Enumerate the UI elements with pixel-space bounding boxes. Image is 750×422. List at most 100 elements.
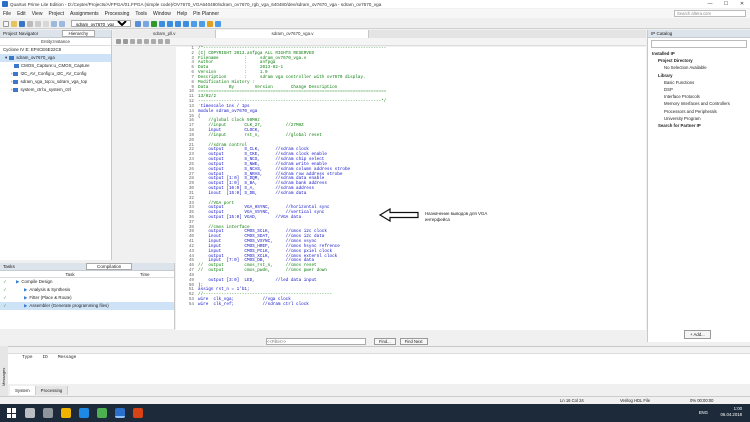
comment-icon[interactable] bbox=[144, 39, 149, 44]
tab-sdram-pll[interactable]: sdram_pll.v bbox=[113, 30, 217, 38]
find-button[interactable]: Find... bbox=[374, 338, 396, 345]
menu-view[interactable]: View bbox=[32, 11, 43, 17]
quartus-taskbar-icon[interactable] bbox=[115, 408, 125, 418]
hierarchy-select[interactable]: Hierarchy bbox=[61, 30, 96, 37]
menu-edit[interactable]: Edit bbox=[17, 11, 26, 17]
editor-tabs: sdram_pll.v sdram_ov7670_vga.v bbox=[113, 30, 646, 38]
entity-instance-header: Entity:Instance bbox=[0, 38, 111, 46]
tab-sdram-ov7670-vga[interactable]: sdram_ov7670_vga.v bbox=[216, 30, 370, 38]
task-label: Compile Design bbox=[21, 279, 53, 284]
app-icon[interactable] bbox=[133, 408, 143, 418]
ip-catalog-item[interactable]: Project Directory bbox=[648, 57, 750, 64]
clock[interactable]: 1:00 06.04.2018 bbox=[720, 406, 742, 418]
cut-icon[interactable] bbox=[27, 20, 33, 27]
ip-search-input[interactable] bbox=[651, 40, 747, 48]
file-explorer-icon[interactable] bbox=[61, 408, 71, 418]
menu-help[interactable]: Help bbox=[177, 11, 187, 17]
windows-start-icon[interactable] bbox=[7, 408, 17, 418]
messages-side-bar: Messages bbox=[0, 346, 8, 396]
collapse-chevron-icon[interactable]: › bbox=[11, 78, 12, 86]
ip-catalog-item[interactable]: University Program bbox=[648, 115, 750, 122]
chip-planner-icon[interactable] bbox=[183, 20, 189, 27]
task-row[interactable]: ✓ ▶ Compile Design bbox=[0, 278, 174, 286]
netlist-viewer-icon[interactable] bbox=[175, 20, 181, 27]
task-row[interactable]: ✓ ▶ Fitter (Place & Route) bbox=[0, 294, 174, 302]
ip-catalog-panel: IP Catalog Installed IP Project Directory… bbox=[647, 30, 750, 342]
task-row[interactable]: ✓ ▶ Analysis & Synthesis bbox=[0, 286, 174, 294]
paste-icon[interactable] bbox=[43, 20, 49, 27]
minimize-button[interactable]: — bbox=[702, 0, 718, 8]
redo-icon[interactable] bbox=[59, 20, 65, 27]
language-indicator[interactable]: ENG bbox=[699, 410, 708, 415]
rtl-viewer-icon[interactable] bbox=[207, 20, 213, 27]
ip-catalog-item[interactable]: No Selection Available bbox=[648, 64, 750, 71]
bookmark-icon[interactable] bbox=[137, 39, 142, 44]
template-icon[interactable] bbox=[158, 39, 163, 44]
settings-icon[interactable] bbox=[135, 20, 141, 27]
menu-file[interactable]: File bbox=[3, 11, 11, 17]
menu-processing[interactable]: Processing bbox=[105, 11, 130, 17]
search-icon[interactable] bbox=[25, 408, 35, 418]
task-view-icon[interactable] bbox=[43, 408, 53, 418]
code-lines[interactable]: /*--------------------------------------… bbox=[198, 46, 458, 330]
hierarchy-item-sdram-vga-top[interactable]: › sdram_vga_top:u_sdram_vga_top bbox=[0, 78, 111, 86]
chrome-icon[interactable] bbox=[97, 408, 107, 418]
find-next-button[interactable]: Find Next bbox=[399, 338, 428, 345]
task-row[interactable]: ✓ ▶ Assembler (Generate programming file… bbox=[0, 302, 174, 310]
revision-select[interactable]: sdram_ov7670_vga bbox=[71, 20, 131, 27]
ip-catalog-icon[interactable] bbox=[199, 20, 205, 27]
ip-catalog-item[interactable]: Library bbox=[648, 72, 750, 79]
collapse-chevron-icon[interactable]: › bbox=[11, 86, 12, 94]
expand-chevron-icon[interactable]: ▾ bbox=[5, 54, 7, 62]
quartus-app-icon bbox=[2, 1, 8, 7]
menu-assignments[interactable]: Assignments bbox=[70, 11, 99, 17]
hierarchy-item-i2c-config[interactable]: › I2C_AV_Config:u_I2C_AV_Config bbox=[0, 70, 111, 78]
altera-search-input[interactable]: Search altera.com bbox=[674, 10, 746, 17]
ip-catalog-item[interactable]: Processors and Peripherals bbox=[648, 108, 750, 115]
flow-select[interactable]: Compilation bbox=[86, 263, 133, 270]
tab-system[interactable]: System bbox=[10, 386, 36, 395]
play-icon[interactable]: ▶ bbox=[16, 278, 19, 286]
outdent-icon[interactable] bbox=[123, 39, 128, 44]
programmer-icon[interactable] bbox=[191, 20, 197, 27]
hierarchy-item-cmos-capture[interactable]: CMOS_Capture:u_CMOS_Capture bbox=[0, 62, 111, 70]
start-compilation-icon[interactable] bbox=[151, 20, 157, 27]
maximize-button[interactable]: ☐ bbox=[718, 0, 734, 8]
find-icon[interactable] bbox=[130, 39, 135, 44]
play-icon[interactable]: ▶ bbox=[24, 302, 27, 310]
close-button[interactable]: ✕ bbox=[734, 0, 750, 8]
ip-catalog-item[interactable]: DSP bbox=[648, 86, 750, 93]
collapse-chevron-icon[interactable]: › bbox=[11, 70, 12, 78]
tab-processing[interactable]: Processing bbox=[35, 386, 69, 395]
signaltap-icon[interactable] bbox=[215, 20, 221, 27]
hierarchy-item-top[interactable]: ▾ sdram_ov7670_vga bbox=[0, 54, 111, 62]
play-icon[interactable]: ▶ bbox=[24, 294, 27, 302]
browser-icon[interactable] bbox=[79, 408, 89, 418]
save-icon[interactable] bbox=[19, 20, 25, 27]
code-line[interactable]: wire clk_ref; //sdram ctrl clock bbox=[198, 302, 458, 308]
menu-project[interactable]: Project bbox=[48, 11, 64, 17]
device-row[interactable]: Cyclone IV E: EP4CE6E22C8 bbox=[0, 46, 111, 54]
pin-planner-icon[interactable] bbox=[143, 20, 149, 27]
menu-tools[interactable]: Tools bbox=[135, 11, 147, 17]
new-file-icon[interactable] bbox=[3, 20, 9, 27]
analysis-icon[interactable] bbox=[159, 20, 165, 27]
wrap-icon[interactable] bbox=[165, 39, 170, 44]
pin-planner-label[interactable]: Pin Planner bbox=[193, 11, 219, 17]
play-icon[interactable]: ▶ bbox=[24, 286, 27, 294]
copy-icon[interactable] bbox=[35, 20, 41, 27]
ip-catalog-item[interactable]: Installed IP bbox=[648, 50, 750, 57]
undo-icon[interactable] bbox=[51, 20, 57, 27]
hierarchy-item-system-ctrl[interactable]: › system_ctrl:u_system_ctrl bbox=[0, 86, 111, 94]
open-folder-icon[interactable] bbox=[11, 20, 17, 27]
timing-analyzer-icon[interactable] bbox=[167, 20, 173, 27]
ip-catalog-item[interactable]: Basic Functions bbox=[648, 79, 750, 86]
indent-icon[interactable] bbox=[116, 39, 121, 44]
add-ip-button[interactable]: + Add... bbox=[684, 330, 711, 339]
uncomment-icon[interactable] bbox=[151, 39, 156, 44]
ip-catalog-item[interactable]: Memory Interfaces and Controllers bbox=[648, 100, 750, 107]
ip-catalog-item[interactable]: Interface Protocols bbox=[648, 93, 750, 100]
filter-input[interactable] bbox=[266, 338, 366, 345]
menu-window[interactable]: Window bbox=[153, 11, 171, 17]
ip-catalog-item[interactable]: Search for Partner IP bbox=[648, 122, 750, 129]
